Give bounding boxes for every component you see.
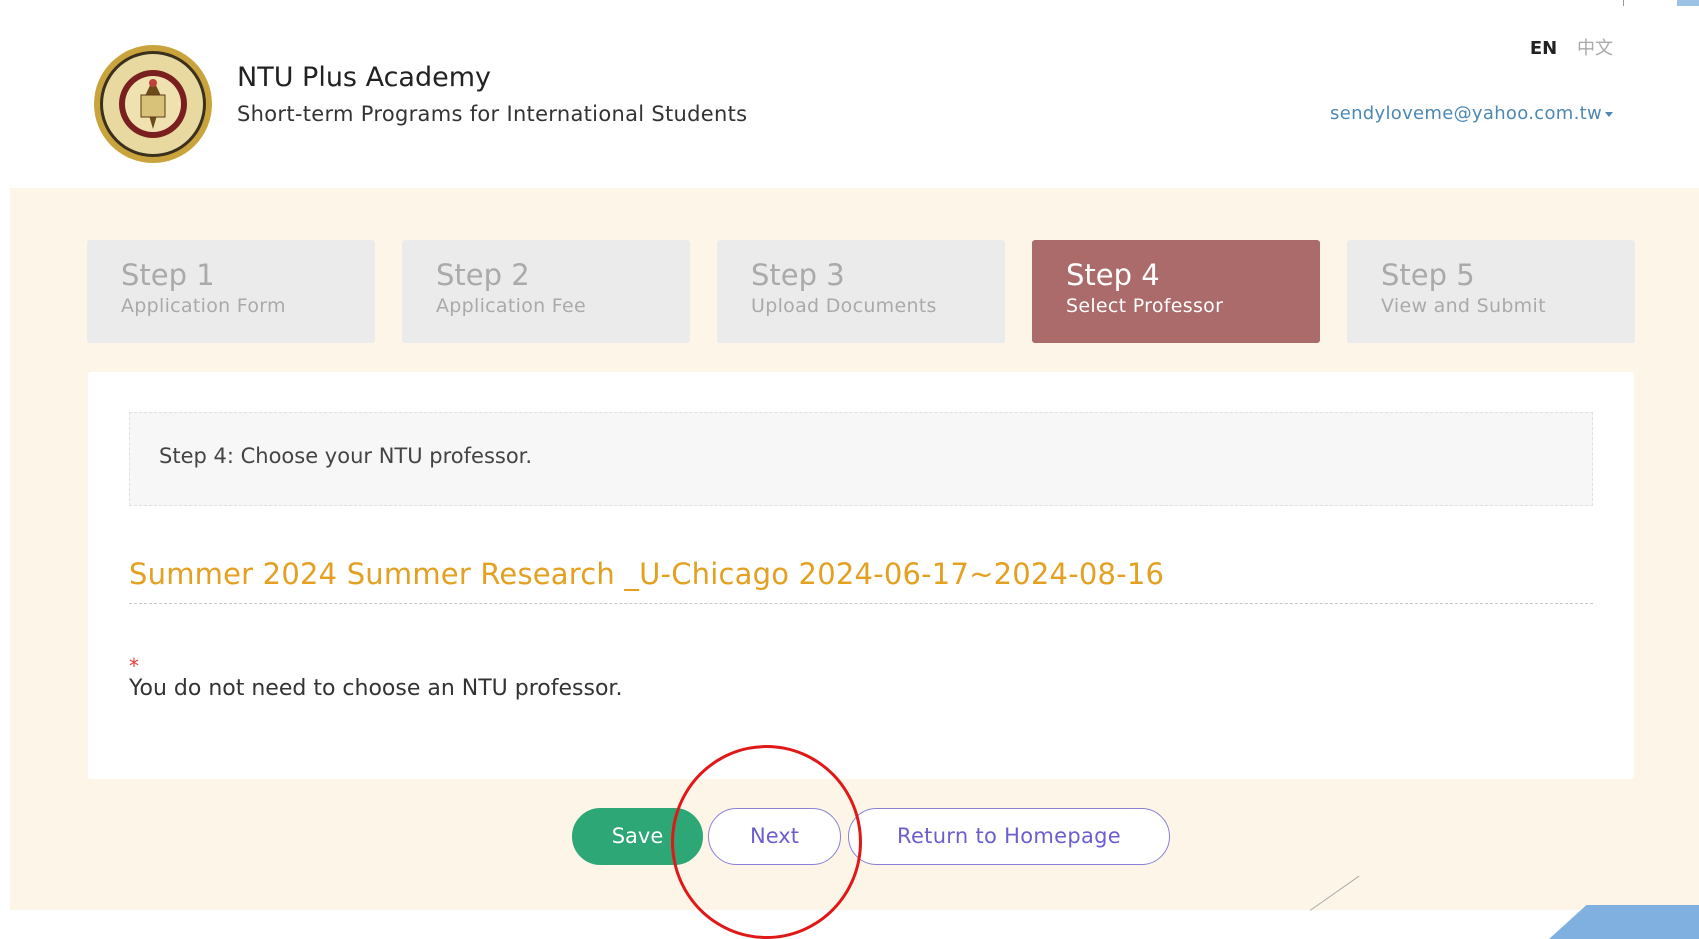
step-instruction: Step 4: Choose your NTU professor. — [129, 412, 1593, 506]
step-3[interactable]: Step 3 Upload Documents — [717, 240, 1005, 343]
step-1[interactable]: Step 1 Application Form — [87, 240, 375, 343]
professor-card: Step 4: Choose your NTU professor. Summe… — [88, 372, 1634, 779]
decorative-line — [1623, 0, 1624, 6]
language-switcher: EN 中文 — [1530, 34, 1613, 60]
required-mark: * — [129, 654, 139, 678]
return-to-homepage-button[interactable]: Return to Homepage — [848, 808, 1170, 865]
step-number: Step 4 — [1066, 258, 1160, 292]
step-label: Upload Documents — [751, 295, 937, 317]
program-title: Summer 2024 Summer Research _U-Chicago 2… — [129, 557, 1593, 604]
save-button[interactable]: Save — [572, 808, 703, 865]
ntu-seal-logo[interactable] — [92, 43, 214, 165]
step-label: Select Professor — [1066, 295, 1224, 317]
site-header: NTU Plus Academy Short-term Programs for… — [0, 0, 1699, 188]
caret-down-icon — [1605, 111, 1613, 117]
step-5[interactable]: Step 5 View and Submit — [1347, 240, 1635, 343]
next-button[interactable]: Next — [708, 808, 841, 865]
step-2[interactable]: Step 2 Application Fee — [402, 240, 690, 343]
step-4[interactable]: Step 4 Select Professor — [1032, 240, 1320, 343]
user-menu[interactable]: sendyloveme@yahoo.com.tw — [1330, 103, 1613, 124]
step-number: Step 1 — [121, 258, 215, 292]
step-number: Step 5 — [1381, 258, 1475, 292]
step-number: Step 2 — [436, 258, 530, 292]
decorative-block — [1549, 905, 1699, 939]
professor-message: You do not need to choose an NTU profess… — [129, 676, 623, 701]
lang-en-link[interactable]: EN — [1530, 38, 1557, 59]
lang-zh-link[interactable]: 中文 — [1577, 38, 1613, 59]
step-label: Application Fee — [436, 295, 586, 317]
site-title: NTU Plus Academy — [237, 62, 491, 93]
step-number: Step 3 — [751, 258, 845, 292]
main-content: Step 1 Application Form Step 2 Applicati… — [10, 188, 1699, 910]
decorative-block — [1677, 0, 1699, 6]
site-subtitle: Short-term Programs for International St… — [237, 102, 748, 126]
user-email: sendyloveme@yahoo.com.tw — [1330, 103, 1602, 124]
step-label: Application Form — [121, 295, 286, 317]
step-label: View and Submit — [1381, 295, 1546, 317]
